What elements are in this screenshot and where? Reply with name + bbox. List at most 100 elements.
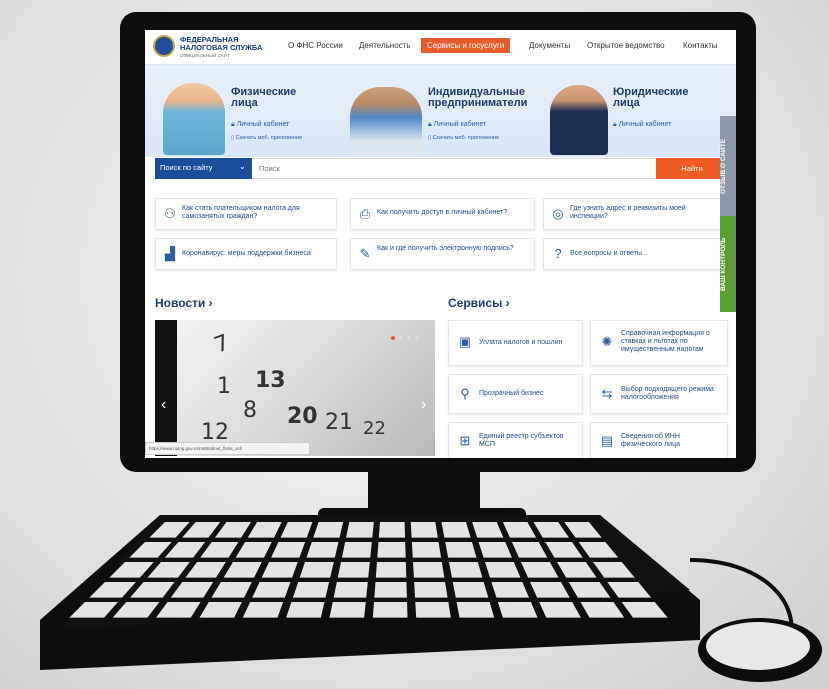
nav-documents[interactable]: Документы — [529, 41, 570, 50]
search-scope-dropdown[interactable]: Поиск по сайту ⌄ — [155, 158, 252, 179]
service-transparent-business[interactable]: ⚲ Прозрачный бизнес — [448, 374, 583, 414]
keyboard-key — [299, 562, 334, 578]
keyboard-key — [341, 542, 372, 558]
quick-link-coronavirus[interactable]: ▟ Коронавирус: меры поддержки бизнеса — [155, 238, 337, 270]
individuals-title-2[interactable]: лица — [231, 98, 258, 109]
legal-entities-title-2[interactable]: лица — [613, 98, 640, 109]
carousel-prev-icon[interactable]: ‹ — [161, 396, 166, 414]
quick-link-text: Как стать плательщиком налога для самоза… — [182, 205, 300, 220]
logo-subtitle: ОФИЦИАЛЬНЫЙ САЙТ — [180, 53, 230, 58]
keyboard-key — [539, 602, 581, 618]
carousel-next-icon[interactable]: › — [421, 396, 426, 414]
nav-contacts[interactable]: Контакты — [683, 41, 718, 50]
registry-icon: ⊞ — [459, 433, 471, 448]
services-title[interactable]: Сервисы › — [448, 296, 510, 310]
keyboard-key — [112, 602, 160, 618]
keyboard-key — [211, 582, 252, 598]
keyboard-key — [199, 602, 242, 618]
keyboard-key — [485, 562, 521, 578]
site-header: ФЕДЕРАЛЬНАЯ НАЛОГОВАЯ СЛУЖБА ОФИЦИАЛЬНЫЙ… — [145, 30, 736, 65]
carousel-dot-active[interactable] — [391, 336, 395, 340]
browser-screen: ФЕДЕРАЛЬНАЯ НАЛОГОВАЯ СЛУЖБА ОФИЦИАЛЬНЫЙ… — [145, 30, 736, 458]
control-side-tab[interactable]: ВАШ КОНТРОЛЬ — [720, 216, 736, 312]
mouse — [698, 618, 822, 682]
service-text: Справочная информация о ставках и льгота… — [621, 330, 710, 353]
calendar-number: 21 — [325, 410, 353, 435]
keyboard-key — [329, 602, 366, 618]
nav-services[interactable]: Сервисы и госуслуги — [421, 38, 511, 53]
keyboard-key — [607, 582, 652, 598]
quick-link-text: Коронавирус: меры поддержки бизнеса — [182, 250, 311, 257]
keyboard-key — [580, 602, 625, 618]
service-tax-regime[interactable]: ⇆ Выбор подходящего режима налогообложен… — [590, 374, 728, 414]
entrepreneurs-photo — [350, 87, 422, 155]
keyboard-key — [445, 542, 477, 558]
keyboard-key — [372, 602, 408, 618]
keyboard-key — [478, 542, 512, 558]
chart-icon: ▟ — [165, 246, 175, 261]
feedback-side-tab[interactable]: ОТЗЫВ О САЙТЕ — [720, 116, 736, 216]
keyboard-key — [306, 542, 339, 558]
keyboard-key — [452, 582, 489, 598]
entrepreneurs-cabinet-label: Личный кабинет — [433, 121, 487, 128]
carousel-dot[interactable] — [399, 336, 403, 340]
service-tax-payment[interactable]: ▣ Уплата налогов и пошлин — [448, 320, 583, 366]
calendar-number: 22 — [363, 418, 386, 439]
keyboard-key — [223, 562, 262, 578]
reference-icon: ✺ — [601, 334, 613, 349]
emblem-icon: ◎ — [552, 206, 564, 221]
keyboard-key — [557, 562, 597, 578]
payment-icon: ▣ — [458, 334, 472, 349]
people-icon: ⚇ — [164, 206, 176, 221]
search-button[interactable]: Найти — [656, 158, 728, 179]
individuals-cabinet-label: Личный кабинет — [236, 121, 290, 128]
carousel-dot[interactable] — [415, 336, 419, 340]
keyboard-key — [185, 562, 226, 578]
calendar-number: 20 — [287, 404, 318, 429]
service-property-tax-info[interactable]: ✺ Справочная информация о ставках и льго… — [590, 320, 728, 366]
news-carousel[interactable]: 7 13 20 21 12 8 22 1 ‹ › — [155, 320, 435, 456]
entrepreneurs-cabinet-link[interactable]: 🔒︎ Личный кабинет — [428, 121, 486, 129]
keyboard-key — [377, 542, 406, 558]
fns-emblem-icon[interactable] — [153, 35, 175, 57]
entrepreneurs-title-2[interactable]: предприниматели — [428, 98, 527, 109]
quick-link-text: Где узнать адрес и реквизиты моей инспек… — [570, 205, 686, 220]
news-title[interactable]: Новости › — [155, 296, 213, 310]
keyboard-key — [235, 542, 272, 558]
keyboard-key — [109, 562, 154, 578]
quick-link-e-signature[interactable]: ✎ Как и где получить электронную подпись… — [350, 238, 535, 270]
service-text: Прозрачный бизнес — [479, 390, 544, 397]
keyboard-key — [621, 602, 668, 618]
keyboard-key — [261, 562, 298, 578]
keyboard-key — [456, 602, 495, 618]
keyboard-key — [333, 582, 368, 598]
quick-link-cabinet-access[interactable]: ⎙ Как получить доступ в личный кабинет? — [350, 198, 535, 230]
keyboard-key — [568, 582, 611, 598]
nav-open-department[interactable]: Открытое ведомство — [587, 41, 665, 50]
legal-entities-photo — [550, 85, 608, 155]
quick-link-self-employed[interactable]: ⚇ Как стать плательщиком налога для само… — [155, 198, 337, 230]
question-icon: ? — [554, 246, 562, 261]
legal-entities-cabinet-link[interactable]: 🔒︎ Личный кабинет — [613, 121, 671, 129]
individuals-app-label: Скачать моб. приложение — [235, 135, 303, 141]
nav-activity[interactable]: Деятельность — [359, 41, 411, 50]
search-input[interactable] — [257, 159, 651, 178]
chevron-down-icon: ⌄ — [239, 162, 246, 171]
quick-link-inspection-address[interactable]: ◎ Где узнать адрес и реквизиты моей инсп… — [543, 198, 728, 230]
nav-about[interactable]: О ФНС России — [288, 41, 343, 50]
individuals-cabinet-link[interactable]: 🔒︎ Личный кабинет — [231, 121, 289, 129]
keyboard-key — [413, 562, 445, 578]
entrepreneurs-app-link[interactable]: ▯ Скачать моб. приложение — [428, 135, 499, 141]
service-sme-registry[interactable]: ⊞ Единый реестр субъектов МСП — [448, 422, 583, 458]
individuals-app-link[interactable]: ▯ Скачать моб. приложение — [231, 135, 302, 141]
quick-link-text: Как получить доступ в личный кабинет? — [377, 209, 508, 216]
service-inn-info[interactable]: ▤ Сведения об ИНН физического лица — [590, 422, 728, 458]
quick-link-all-questions[interactable]: ? Все вопросы и ответы... — [543, 238, 728, 270]
keyboard-key — [414, 582, 448, 598]
logo-line2[interactable]: НАЛОГОВАЯ СЛУЖБА — [180, 44, 262, 52]
keyboard-key — [247, 522, 282, 538]
keyboard-key — [545, 542, 583, 558]
carousel-dot[interactable] — [407, 336, 411, 340]
search-scope-label: Поиск по сайту — [160, 163, 213, 172]
keyboard-key — [147, 562, 190, 578]
